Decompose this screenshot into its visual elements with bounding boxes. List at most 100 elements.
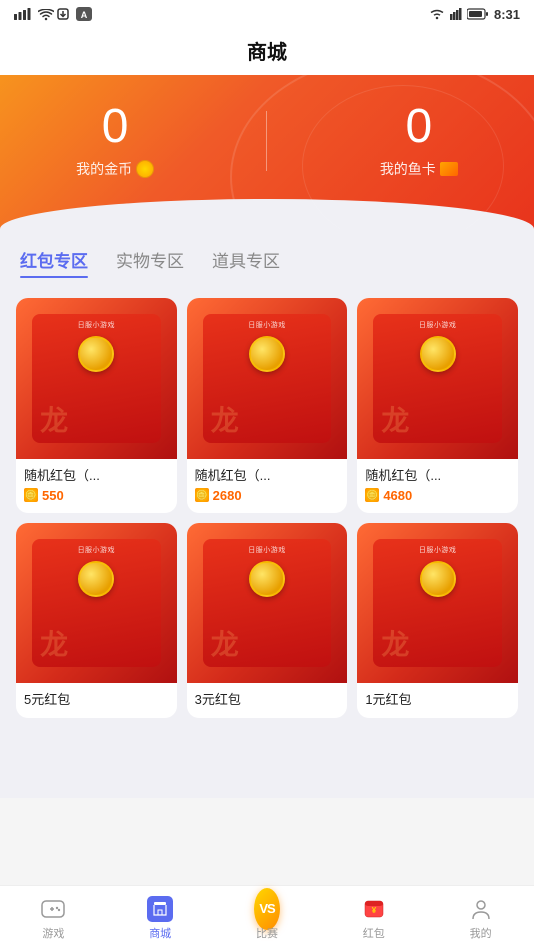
nav-label-store: 商城 (149, 925, 171, 941)
env-label: 日服小游戏 (248, 545, 286, 555)
product-price: 🪙 550 (24, 488, 169, 503)
products-grid: 日服小游戏 龙 随机红包（... 🪙 550 日服小游戏 (16, 298, 518, 718)
coins-label: 我的金币 (76, 159, 154, 179)
product-card[interactable]: 日服小游戏 龙 随机红包（... 🪙 2680 (187, 298, 348, 513)
product-info: 随机红包（... 🪙 550 (16, 459, 177, 503)
tab-redpacket[interactable]: 红包专区 (20, 247, 88, 278)
vs-icon: VS (254, 896, 280, 922)
price-icon: 🪙 (195, 488, 209, 502)
red-envelope: 日服小游戏 龙 (373, 314, 502, 443)
product-name: 随机红包（... (24, 465, 169, 484)
nav-item-vs[interactable]: VS 比赛 (214, 896, 321, 941)
nav-label-mine: 我的 (470, 925, 492, 941)
nav-item-redpacket[interactable]: ¥ 红包 (320, 896, 427, 941)
product-info: 1元红包 (357, 683, 518, 708)
time-display: 8:31 (494, 7, 520, 22)
signal-icon (14, 8, 32, 20)
card-icon (440, 162, 458, 176)
product-name: 随机红包（... (365, 465, 510, 484)
tabs-section: 红包专区 实物专区 道具专区 (0, 229, 534, 286)
card-label: 我的鱼卡 (380, 159, 458, 179)
env-label: 日服小游戏 (78, 545, 116, 555)
red-envelope: 日服小游戏 龙 (32, 314, 161, 443)
product-name: 5元红包 (24, 689, 169, 708)
redpacket-nav-icon: ¥ (361, 896, 387, 922)
mine-icon (468, 896, 494, 922)
envelope-coin (420, 561, 456, 597)
price-icon: 🪙 (24, 488, 38, 502)
product-image: 日服小游戏 龙 (16, 298, 177, 459)
envelope-decoration: 龙 (40, 399, 68, 439)
download-icon (56, 7, 70, 21)
red-envelope: 日服小游戏 龙 (203, 314, 332, 443)
page-header: 商城 (0, 28, 534, 75)
envelope-decoration: 龙 (211, 623, 239, 663)
page-title: 商城 (247, 42, 287, 64)
coins-value: 0 (102, 103, 129, 151)
coins-section: 0 我的金币 (76, 103, 154, 179)
envelope-coin (420, 336, 456, 372)
game-icon (40, 896, 66, 922)
svg-text:¥: ¥ (372, 906, 377, 915)
product-name: 随机红包（... (195, 465, 340, 484)
envelope-coin (78, 561, 114, 597)
nav-label-vs: 比赛 (256, 925, 278, 941)
status-right: 8:31 (429, 7, 520, 22)
product-image: 日服小游戏 龙 (187, 298, 348, 459)
envelope-decoration: 龙 (381, 623, 409, 663)
tab-physical[interactable]: 实物专区 (116, 247, 184, 278)
env-label: 日服小游戏 (78, 320, 116, 330)
banner-divider (266, 111, 267, 171)
product-info: 5元红包 (16, 683, 177, 708)
nav-item-store[interactable]: 商城 (107, 896, 214, 941)
envelope-decoration: 龙 (211, 399, 239, 439)
product-card[interactable]: 日服小游戏 龙 1元红包 (357, 523, 518, 719)
nav-label-game: 游戏 (42, 925, 64, 941)
product-image: 日服小游戏 龙 (357, 298, 518, 459)
product-image: 日服小游戏 龙 (16, 523, 177, 684)
envelope-decoration: 龙 (40, 623, 68, 663)
card-value: 0 (405, 103, 432, 151)
wifi-icon (38, 8, 50, 20)
envelope-coin (249, 336, 285, 372)
store-icon (147, 896, 173, 922)
envelope-coin (249, 561, 285, 597)
tabs: 红包专区 实物专区 道具专区 (20, 247, 514, 278)
product-info: 随机红包（... 🪙 2680 (187, 459, 348, 503)
coin-icon (136, 160, 154, 178)
app-icon: A (76, 7, 92, 21)
product-image: 日服小游戏 龙 (357, 523, 518, 684)
envelope-decoration: 龙 (381, 399, 409, 439)
nav-item-mine[interactable]: 我的 (427, 896, 534, 941)
banner-content: 0 我的金币 0 我的鱼卡 (20, 103, 514, 179)
product-name: 1元红包 (365, 689, 510, 708)
red-envelope: 日服小游戏 龙 (203, 539, 332, 668)
signal-bars-icon (450, 8, 462, 20)
nav-item-game[interactable]: 游戏 (0, 896, 107, 941)
product-card[interactable]: 日服小游戏 龙 5元红包 (16, 523, 177, 719)
envelope-coin (78, 336, 114, 372)
product-image: 日服小游戏 龙 (187, 523, 348, 684)
bottom-nav: 游戏 商城 VS 比赛 ¥ 红包 (0, 885, 534, 950)
wifi-status-icon (429, 8, 445, 20)
env-label: 日服小游戏 (419, 545, 457, 555)
product-card[interactable]: 日服小游戏 龙 3元红包 (187, 523, 348, 719)
battery-icon (467, 8, 489, 20)
status-bar: A 8:31 (0, 0, 534, 28)
env-label: 日服小游戏 (248, 320, 286, 330)
tab-props[interactable]: 道具专区 (212, 247, 280, 278)
banner-section: 0 我的金币 0 我的鱼卡 (0, 75, 534, 229)
red-envelope: 日服小游戏 龙 (32, 539, 161, 668)
red-envelope: 日服小游戏 龙 (373, 539, 502, 668)
product-card[interactable]: 日服小游戏 龙 随机红包（... 🪙 4680 (357, 298, 518, 513)
product-info: 随机红包（... 🪙 4680 (357, 459, 518, 503)
product-card[interactable]: 日服小游戏 龙 随机红包（... 🪙 550 (16, 298, 177, 513)
product-price: 🪙 2680 (195, 488, 340, 503)
banner-wave (0, 199, 534, 229)
product-info: 3元红包 (187, 683, 348, 708)
price-icon: 🪙 (365, 488, 379, 502)
svg-text:A: A (81, 10, 88, 20)
product-price: 🪙 4680 (365, 488, 510, 503)
status-left-icons: A (14, 7, 92, 21)
products-section: 日服小游戏 龙 随机红包（... 🪙 550 日服小游戏 (0, 286, 534, 798)
